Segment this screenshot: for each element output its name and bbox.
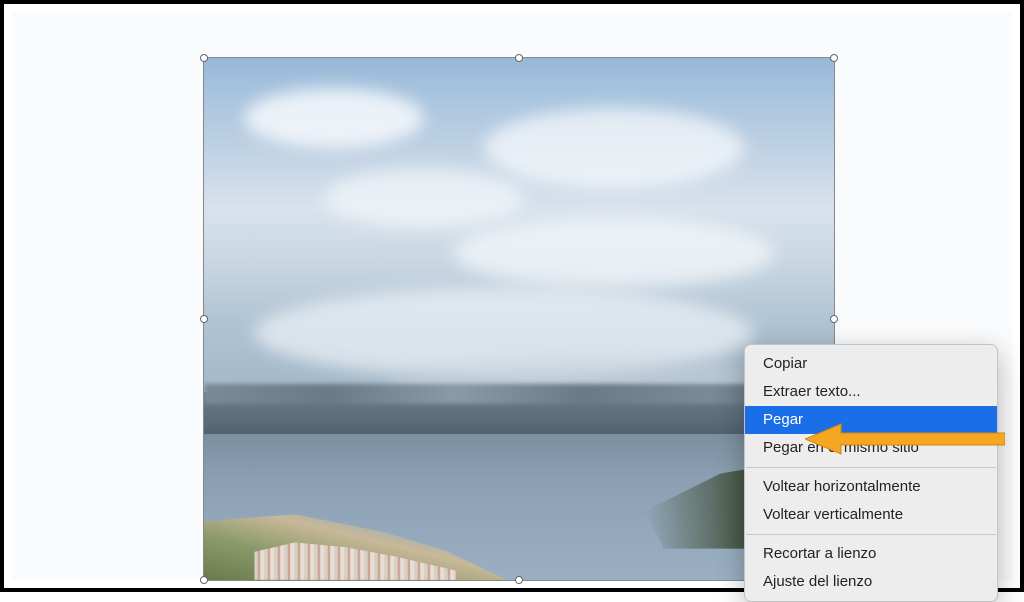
context-menu[interactable]: Copiar Extraer texto... Pegar Pegar en e… [744,344,998,602]
resize-handle-middle-right[interactable] [830,315,838,323]
menu-item-crop-to-canvas[interactable]: Recortar a lienzo [745,540,997,568]
selected-image[interactable] [203,57,835,581]
resize-handle-top-right[interactable] [830,54,838,62]
menu-separator [746,467,996,468]
menu-item-paste-in-place[interactable]: Pegar en el mismo sitio [745,434,997,462]
resize-handle-top-left[interactable] [200,54,208,62]
menu-separator [746,534,996,535]
resize-handle-top-middle[interactable] [515,54,523,62]
resize-handle-middle-left[interactable] [200,315,208,323]
menu-item-copy[interactable]: Copiar [745,350,997,378]
resize-handle-bottom-middle[interactable] [515,576,523,584]
resize-handle-bottom-left[interactable] [200,576,208,584]
menu-item-flip-vertical[interactable]: Voltear verticalmente [745,501,997,529]
landscape-photo [204,58,834,580]
menu-item-flip-horizontal[interactable]: Voltear horizontalmente [745,473,997,501]
menu-item-paste[interactable]: Pegar [745,406,997,434]
menu-item-extract-text[interactable]: Extraer texto... [745,378,997,406]
canvas-workspace[interactable]: Copiar Extraer texto... Pegar Pegar en e… [12,12,1012,580]
photo-sky [204,58,834,434]
